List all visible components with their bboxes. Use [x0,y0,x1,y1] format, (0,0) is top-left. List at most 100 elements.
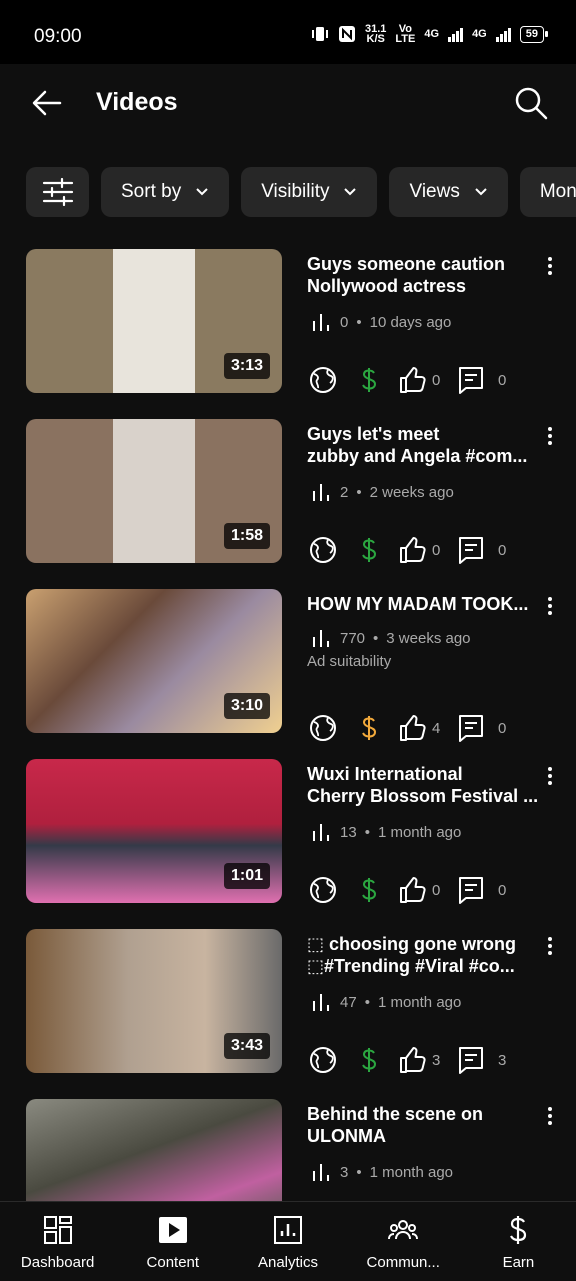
video-thumbnail[interactable]: 3:43 [26,929,282,1073]
views-bars-icon [313,994,329,1011]
like-count: 4 [432,719,441,737]
view-count: 3 [340,1163,349,1181]
page-title: Videos [96,88,178,116]
dollar-icon [362,368,377,392]
video-thumbnail[interactable]: 3:10 [26,589,282,733]
nfc-icon [338,26,355,42]
more-options-icon[interactable] [540,1105,560,1127]
upload-age: 3 weeks ago [386,629,471,647]
comment-count: 3 [498,1051,507,1069]
analytics-icon [274,1216,302,1244]
video-thumbnail[interactable]: 1:58 [26,419,282,563]
video-title[interactable]: HOW MY MADAM TOOK... [307,593,539,615]
globe-icon [310,715,336,741]
status-bar: 09:00 31.1 K/S Vo LTE 4G 4G 59 [0,0,576,64]
video-item[interactable]: 1:58 Guys let's meet zubby and Angela #com… [0,419,576,589]
video-status-icons: 40 [308,713,506,743]
earn-icon [510,1216,527,1244]
views-bars-icon [313,630,329,647]
video-duration: 3:13 [223,353,270,379]
separator-dot: • [356,483,362,501]
video-status-icons: 00 [308,875,506,905]
more-options-icon[interactable] [540,255,560,277]
more-options-icon[interactable] [540,935,560,957]
nav-dashboard[interactable]: Dashboard [0,1202,115,1281]
comment-count: 0 [498,371,507,389]
video-title[interactable]: ⬚ choosing gone wrong ⬚#Trending #Viral #… [307,933,539,977]
video-duration: 3:43 [223,1033,270,1059]
filter-sliders-icon [42,178,73,206]
comment-icon [459,877,483,904]
separator-dot: • [364,823,370,841]
globe-icon [310,537,336,563]
video-status-icons: 33 [308,1045,506,1075]
view-count: 0 [340,313,349,331]
volte-indicator: Vo LTE [395,23,416,45]
more-options-icon[interactable] [540,425,560,447]
comment-icon [459,715,483,742]
views-bars-icon [313,484,329,501]
chevron-down-icon [475,188,487,196]
nav-analytics[interactable]: Analytics [230,1202,345,1281]
video-duration: 3:10 [223,693,270,719]
more-options-icon[interactable] [540,595,560,617]
comment-icon [459,537,483,564]
video-thumbnail[interactable]: 3:13 [26,249,282,393]
video-title[interactable]: Behind the scene on ULONMA [307,1103,539,1147]
video-item[interactable]: 3:10 HOW MY MADAM TOOK... 770 • 3 weeks ago A… [0,589,576,759]
view-count: 2 [340,483,349,501]
chevron-down-icon [196,188,208,196]
view-count: 47 [340,993,357,1011]
filter-button[interactable] [26,167,89,217]
upload-age: 1 month ago [377,823,462,841]
views-bars-icon [313,1164,329,1181]
search-icon[interactable] [514,86,548,120]
upload-age: 2 weeks ago [369,483,454,501]
video-title[interactable]: Guys let's meet zubby and Angela #com... [307,423,539,467]
video-thumbnail[interactable]: 1:01 [26,759,282,903]
community-icon [388,1220,419,1240]
video-item[interactable]: 3:13 Guys someone caution Nollywood actres… [0,249,576,419]
video-title[interactable]: Wuxi International Cherry Blossom Festiva… [307,763,539,807]
ad-suitability-label: Ad suitability [307,653,392,670]
nav-community[interactable]: Commun... [346,1202,461,1281]
video-duration: 1:01 [223,863,270,889]
nav-earn[interactable]: Earn [461,1202,576,1281]
back-arrow-icon[interactable] [30,86,64,120]
signal-icon-2 [495,26,511,42]
video-duration: 1:58 [223,523,270,549]
separator-dot: • [373,629,379,647]
upload-age: 1 month ago [369,1163,454,1181]
view-count: 770 [340,629,366,647]
monetization-chip[interactable]: Mon [519,167,576,217]
video-status-icons: 00 [308,365,506,395]
visibility-chip[interactable]: Visibility [241,167,378,217]
comment-icon [459,367,483,394]
thumbs-up-icon [400,877,426,903]
globe-icon [310,367,336,393]
views-chip[interactable]: Views [389,167,508,217]
thumbs-up-icon [400,367,426,393]
app-bar: Videos [0,64,576,144]
thumbs-up-icon [400,715,426,741]
video-title[interactable]: Guys someone caution Nollywood actress [307,253,539,297]
comment-count: 0 [498,541,507,559]
views-bars-icon [313,824,329,841]
separator-dot: • [356,1163,362,1181]
network-type-1: 4G [424,28,440,40]
battery-icon: 59 [519,25,549,43]
upload-age: 10 days ago [369,313,452,331]
status-time: 09:00 [34,26,82,47]
thumbs-up-icon [400,537,426,563]
video-item[interactable]: 1:01 Wuxi International Cherry Blossom Fes… [0,759,576,929]
dashboard-icon [43,1216,72,1244]
nav-content[interactable]: Content [115,1202,230,1281]
video-item[interactable]: 3:43 ⬚ choosing gone wrong ⬚#Trending #Vir… [0,929,576,1099]
more-options-icon[interactable] [540,765,560,787]
sort-by-chip[interactable]: Sort by [101,167,230,217]
upload-age: 1 month ago [377,993,462,1011]
chevron-down-icon [344,188,357,196]
globe-icon [310,877,336,903]
dollar-icon [362,538,377,562]
like-count: 0 [432,541,441,559]
